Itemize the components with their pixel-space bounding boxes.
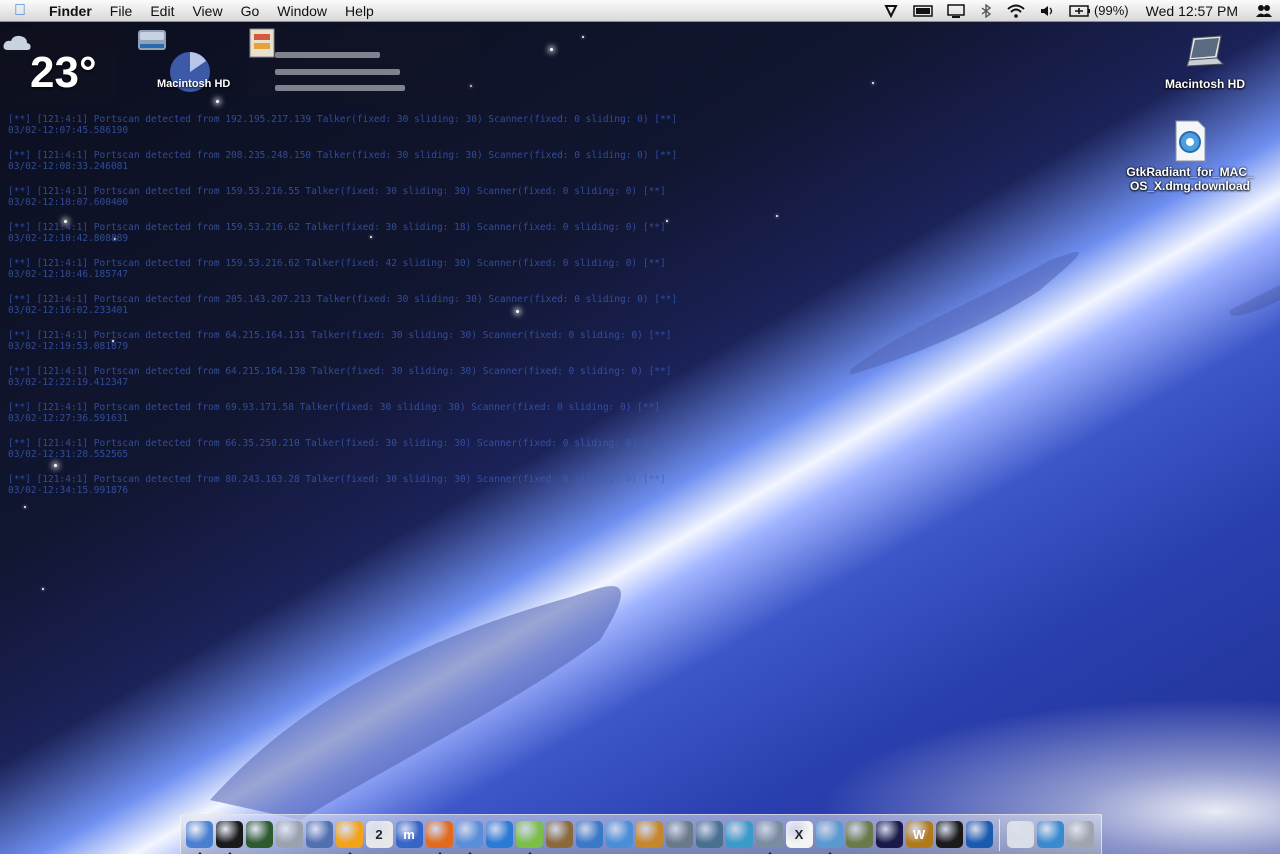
disk-widget-label: Macintosh HD [157,78,231,90]
apple-menu-icon[interactable]:  [0,2,40,20]
ical-icon[interactable]: 2 [365,821,393,848]
portscan-log: [**] [121:4:1] Portscan detected from 19… [8,114,728,510]
menu-help[interactable]: Help [336,3,383,19]
itunes-icon[interactable] [515,821,543,854]
star [872,82,874,84]
iweb-icon[interactable] [665,821,693,848]
preview-icon[interactable] [695,821,723,848]
volume-icon[interactable] [1032,4,1062,18]
menu-view[interactable]: View [183,3,231,19]
log-entry: [**] [121:4:1] Portscan detected from 15… [8,222,666,244]
desktop-icon-label: Macintosh HD [1164,77,1245,91]
log-entry: [**] [121:4:1] Portscan detected from 20… [8,150,678,172]
display-icon[interactable] [940,3,972,18]
desktop-icon-label-line1: GtkRadiant_for_MAC_ [1126,165,1254,179]
imovie-icon[interactable] [575,821,603,848]
xcode-icon[interactable] [755,821,783,854]
finder-icon[interactable] [185,821,213,854]
desktop-icon-macintosh-hd[interactable]: Macintosh HD [1140,34,1270,91]
game-icon[interactable] [845,821,873,848]
globe-network-icon[interactable] [245,821,273,848]
redacted-text [275,69,400,75]
wifi-icon[interactable] [1000,4,1032,18]
firefox-icon[interactable] [425,821,453,854]
log-entry: [**] [121:4:1] Portscan detected from 64… [8,366,672,388]
globe-icon[interactable] [1036,821,1064,848]
unreal-icon[interactable] [875,821,903,848]
battery-icon [1069,4,1090,17]
desktop-icon-label-line2: OS_X.dmg.download [1129,179,1250,193]
battery-status[interactable]: (99%) [1062,3,1136,18]
cloud-folder-icon[interactable] [1006,821,1034,848]
menu-window[interactable]: Window [268,3,336,19]
stickies-widget[interactable] [247,28,479,103]
system-preferences-icon[interactable] [275,821,303,848]
terminal-icon[interactable] [215,821,243,854]
laptop-icon [1186,35,1225,67]
document-icon [249,28,275,58]
script-menu-icon[interactable] [876,4,906,18]
redacted-text [275,52,380,58]
weather-temperature: 23° [30,48,97,97]
iphoto-icon[interactable] [545,821,573,848]
cloud-icon [3,35,31,50]
log-entry: [**] [121:4:1] Portscan detected from 69… [8,402,661,424]
log-entry: [**] [121:4:1] Portscan detected from 64… [8,330,672,352]
log-entry: [**] [121:4:1] Portscan detected from 66… [8,438,666,460]
warcraft-icon[interactable]: W [905,821,933,848]
star [550,48,553,51]
garageband-icon[interactable] [635,821,663,848]
log-entry: [**] [121:4:1] Portscan detected from 20… [8,294,678,316]
weather-widget[interactable]: 23° [0,30,116,102]
mail-stamp-icon[interactable] [305,821,333,848]
g-app-icon[interactable] [965,821,993,848]
menu-file[interactable]: File [101,3,142,19]
desktop-icon-gtkradiant-download[interactable]: GtkRadiant_for_MAC_ OS_X.dmg.download [1120,120,1260,193]
bluetooth-icon[interactable] [972,3,1000,18]
adium-icon[interactable] [335,821,363,854]
menu-finder[interactable]: Finder [40,3,101,19]
star [582,36,584,38]
dashcode-icon[interactable] [725,821,753,848]
log-entry: [**] [121:4:1] Portscan detected from 19… [8,114,678,136]
log-entry: [**] [121:4:1] Portscan detected from 15… [8,258,666,280]
menu-clock[interactable]: Wed 12:57 PM [1136,3,1248,19]
battery-percent: (99%) [1093,3,1129,18]
menu-bar:  Finder File Edit View Go Window Help (… [0,0,1280,22]
trash-icon[interactable] [1066,821,1094,848]
remote-desktop-icon[interactable] [815,821,843,854]
download-file-icon [1175,120,1206,162]
menu-edit[interactable]: Edit [141,3,183,19]
safari-icon[interactable] [455,821,483,854]
log-entry: [**] [121:4:1] Portscan detected from 80… [8,474,666,496]
idvd-icon[interactable] [605,821,633,848]
dock: 2m X W [180,814,1102,854]
log-entry: [**] [121:4:1] Portscan detected from 15… [8,186,666,208]
menu-go[interactable]: Go [232,3,269,19]
memory-meter-icon[interactable] [906,4,940,17]
quicktime-icon[interactable] [485,821,513,848]
fast-user-switch-icon[interactable] [1248,4,1280,18]
redacted-text [275,85,405,91]
x11-icon[interactable]: X [785,821,813,848]
m-app-icon[interactable]: m [395,821,423,848]
rs-app-icon[interactable] [935,821,963,848]
dock-separator [999,818,1000,851]
star [776,215,778,217]
menu-extras: (99%) Wed 12:57 PM [876,0,1280,22]
star [42,588,44,590]
